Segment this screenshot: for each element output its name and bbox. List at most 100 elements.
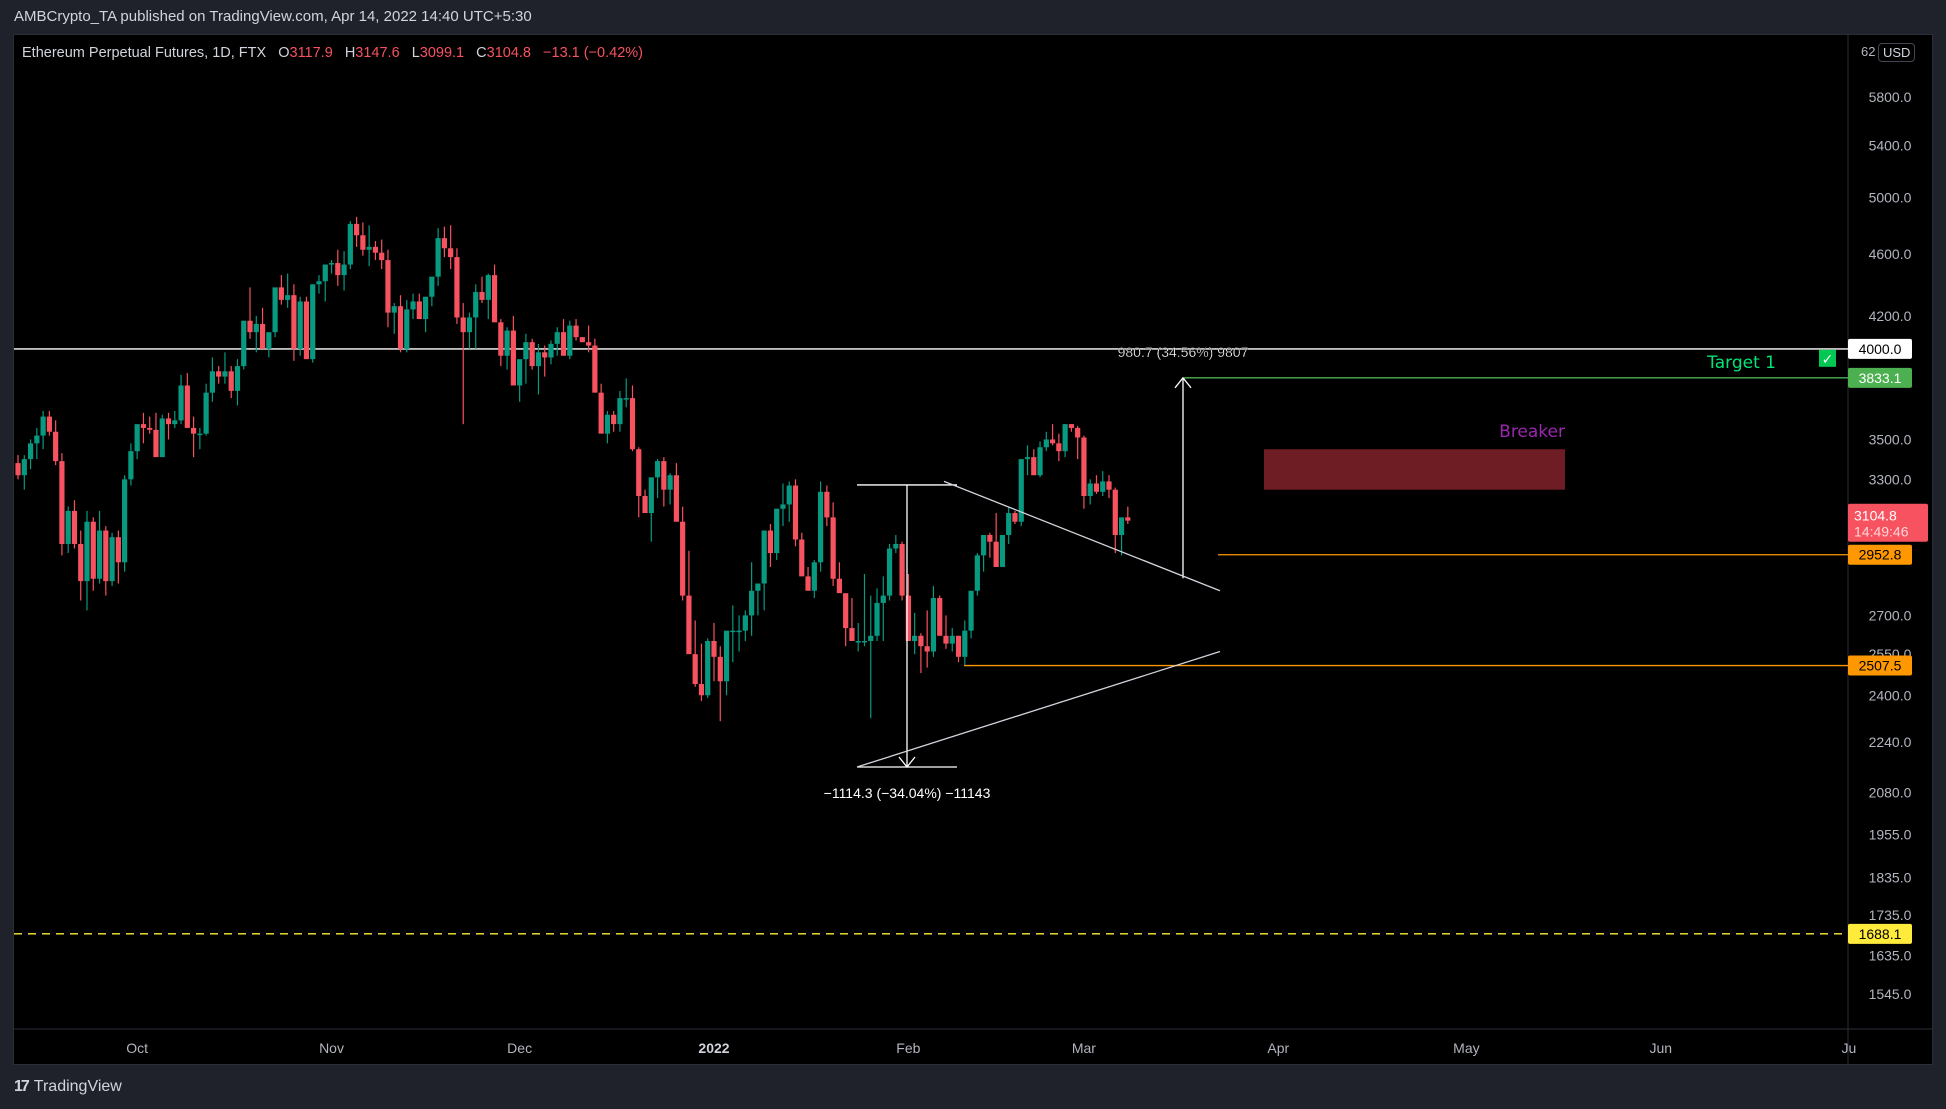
- time-tick-label: Ju: [1841, 1040, 1856, 1056]
- candle-body: [21, 459, 27, 476]
- candle: [103, 526, 109, 596]
- candle: [1075, 426, 1081, 460]
- candle: [999, 534, 1006, 567]
- candle: [517, 359, 523, 402]
- candles: [15, 216, 1131, 722]
- candle-body: [673, 475, 679, 522]
- candle: [1018, 459, 1024, 527]
- footer-brand[interactable]: 17 TradingView: [14, 1078, 122, 1096]
- candle: [172, 411, 178, 428]
- candle-body: [1068, 424, 1074, 428]
- candle-body: [190, 427, 197, 434]
- candle-body: [755, 583, 761, 591]
- candle: [1062, 424, 1068, 458]
- candle-body: [1087, 483, 1093, 496]
- candle-body: [234, 366, 241, 391]
- candle: [266, 332, 272, 358]
- candle-body: [648, 477, 654, 514]
- candle: [955, 635, 962, 663]
- candle-body: [1081, 437, 1087, 496]
- candle: [661, 457, 667, 507]
- candle: [968, 590, 974, 639]
- candle-body: [416, 301, 422, 320]
- change-value: −13.1 (−0.42%): [543, 45, 643, 61]
- candle: [629, 385, 636, 452]
- candle-body: [723, 630, 730, 682]
- candle: [134, 424, 140, 460]
- time-tick-label: Apr: [1267, 1040, 1289, 1056]
- candle-body: [667, 475, 673, 490]
- candle-body: [899, 543, 905, 596]
- candle-body: [1112, 489, 1118, 535]
- candle-body: [53, 431, 59, 462]
- candle-body: [178, 385, 184, 421]
- candle: [730, 605, 736, 663]
- candle-body: [993, 541, 999, 567]
- candle-body: [147, 427, 153, 430]
- candle: [579, 337, 585, 343]
- candle-body: [341, 264, 347, 276]
- candle-body: [1100, 481, 1106, 492]
- candle: [604, 411, 611, 444]
- candle-body: [278, 287, 284, 300]
- candle-body: [1106, 481, 1112, 490]
- candle: [1012, 510, 1018, 524]
- candle-body: [855, 640, 861, 643]
- candle: [592, 338, 598, 393]
- candle: [354, 216, 360, 247]
- currency-button[interactable]: USD: [1878, 43, 1916, 62]
- price-tick-label: 2700.0: [1869, 607, 1912, 623]
- candle-body: [397, 306, 404, 349]
- candle-body: [253, 323, 259, 333]
- candle: [473, 284, 479, 349]
- candle: [498, 319, 504, 367]
- candle-body: [548, 343, 554, 358]
- candle: [711, 622, 717, 682]
- candle-body: [717, 656, 723, 682]
- ohlc-legend: Ethereum Perpetual Futures, 1D, FTX O311…: [22, 45, 643, 61]
- open-label: O: [278, 45, 290, 61]
- candle-body: [949, 635, 955, 644]
- candle: [335, 249, 341, 286]
- candle: [1125, 506, 1131, 524]
- candle: [140, 412, 147, 444]
- price-tick-label: 1545.0: [1869, 986, 1912, 1002]
- candle: [253, 315, 259, 353]
- candle-body: [46, 416, 52, 432]
- candle-body: [366, 246, 372, 250]
- candle-body: [404, 309, 410, 349]
- candle-body: [811, 562, 817, 591]
- candle: [805, 566, 811, 591]
- candle: [153, 412, 159, 458]
- candle-body: [805, 576, 811, 591]
- time-axis: Oct Nov Dec 2022 Feb Mar Apr May Jun Ju: [126, 1040, 1856, 1056]
- symbol-title[interactable]: Ethereum Perpetual Futures, 1D, FTX: [22, 45, 266, 61]
- candle-body: [893, 543, 899, 549]
- candle: [53, 420, 59, 466]
- candle-body: [1049, 439, 1056, 444]
- candle: [673, 463, 679, 522]
- candle: [987, 532, 993, 558]
- candle: [460, 303, 466, 425]
- candle-body: [592, 345, 598, 393]
- candle: [404, 299, 410, 353]
- candle-body: [918, 635, 924, 647]
- candle: [429, 276, 435, 307]
- candle-body: [824, 491, 830, 518]
- candle-body: [197, 433, 203, 436]
- candle: [278, 275, 284, 305]
- candle: [548, 340, 554, 365]
- candle-body: [379, 252, 385, 261]
- price-axis-panel: [14, 35, 1932, 1065]
- candle: [316, 275, 322, 294]
- candle: [372, 241, 379, 261]
- candle: [15, 455, 21, 480]
- candle-body: [360, 235, 366, 250]
- candle: [165, 412, 172, 440]
- candle: [410, 293, 416, 320]
- chart-canvas[interactable]: Target 1 ✓ Breaker −1114.3 (−34.04%) −1114…: [0, 0, 1946, 1109]
- time-tick-label: Dec: [507, 1040, 532, 1056]
- candle-body: [1043, 439, 1049, 448]
- checkmark-glyph: ✓: [1822, 352, 1834, 368]
- candle: [792, 479, 799, 547]
